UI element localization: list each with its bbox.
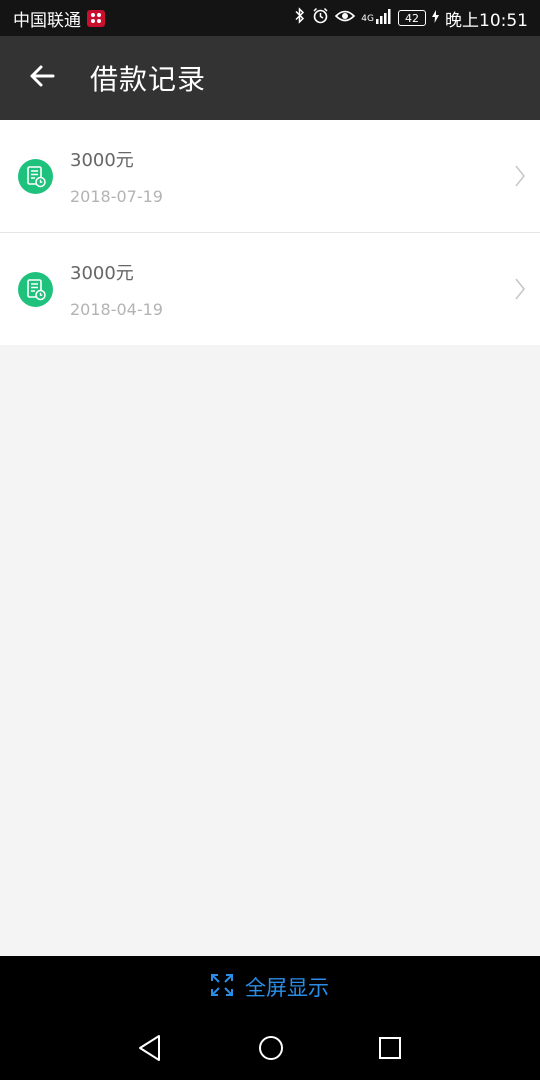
nav-home-circle-icon[interactable] <box>257 1034 285 1066</box>
expand-icon <box>211 973 233 1001</box>
chevron-right-icon <box>514 277 526 305</box>
loan-date: 2018-04-19 <box>70 300 163 319</box>
carrier-logo-icon <box>87 9 105 27</box>
signal-icon <box>376 8 392 29</box>
eye-comfort-icon <box>335 8 356 28</box>
loan-record-item[interactable]: 3000元 2018-04-19 <box>0 232 540 345</box>
app-bar: 借款记录 <box>0 36 540 120</box>
loan-amount: 3000元 <box>70 263 134 284</box>
document-clock-icon <box>18 272 53 307</box>
loan-amount: 3000元 <box>70 150 134 171</box>
network-type-label: 4G <box>361 13 374 24</box>
document-clock-icon <box>18 159 53 194</box>
arrow-left-icon <box>29 64 55 92</box>
loan-record-item[interactable]: 3000元 2018-07-19 <box>0 120 540 232</box>
alarm-icon <box>312 7 329 29</box>
fullscreen-button[interactable]: 全屏显示 <box>0 956 540 1018</box>
battery-icon: 42 <box>398 10 426 26</box>
battery-level: 42 <box>405 11 419 25</box>
nav-recent-square-icon[interactable] <box>377 1034 403 1066</box>
status-bar: 中国联通 4G 42 晚上10:51 <box>0 0 540 36</box>
page-title: 借款记录 <box>90 63 207 96</box>
carrier-label: 中国联通 <box>13 10 81 31</box>
system-navigation-bar <box>0 1018 540 1080</box>
loan-record-list: 3000元 2018-07-19 3000元 2018-04-19 <box>0 120 540 345</box>
nav-back-triangle-icon[interactable] <box>137 1034 163 1066</box>
clock-time: 晚上10:51 <box>445 10 528 31</box>
charging-icon <box>432 8 439 28</box>
bluetooth-icon <box>294 7 306 29</box>
loan-date: 2018-07-19 <box>70 187 163 206</box>
back-button[interactable] <box>0 36 84 120</box>
chevron-right-icon <box>514 164 526 192</box>
fullscreen-label: 全屏显示 <box>245 976 329 1000</box>
